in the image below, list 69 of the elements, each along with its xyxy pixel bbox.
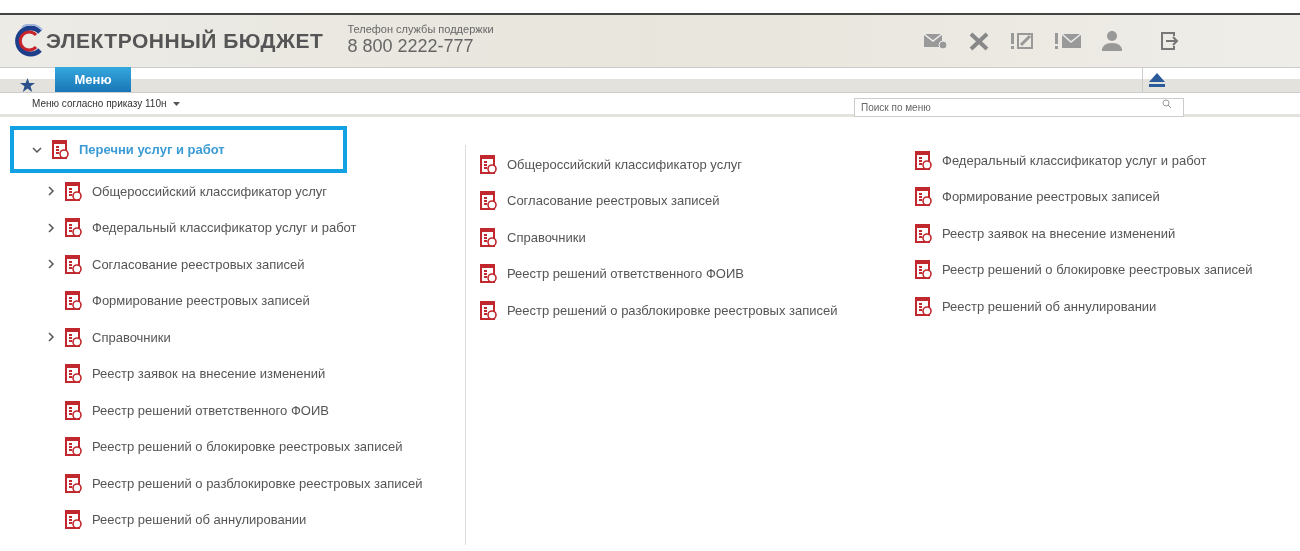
menu-link[interactable]: Реестр заявок на внесение изменений xyxy=(915,215,1253,252)
menu-link[interactable]: Реестр решений ответственного ФОИВ xyxy=(480,255,915,292)
document-icon xyxy=(915,223,932,243)
collapse-icon[interactable] xyxy=(1149,73,1165,87)
tree-item[interactable]: Реестр решений о разблокировке реестровых записей xyxy=(0,465,465,502)
tree-item[interactable]: Реестр решений об аннулировании xyxy=(0,501,465,538)
logout-icon[interactable] xyxy=(1160,31,1180,51)
tree-item[interactable]: Формирование реестровых записей xyxy=(0,282,465,319)
dropdown-caret-icon xyxy=(172,101,180,106)
chevron-right-icon[interactable] xyxy=(47,222,55,233)
document-icon xyxy=(915,187,932,207)
logo-icon xyxy=(14,24,44,58)
document-icon xyxy=(65,218,82,238)
tree-item[interactable]: Реестр заявок на внесение изменений xyxy=(0,355,465,392)
menu-link[interactable]: Федеральный классификатор услуг и работ xyxy=(915,142,1253,179)
tree-item-label: Согласование реестровых записей xyxy=(92,255,305,274)
menu-link[interactable]: Согласование реестровых записей xyxy=(480,182,915,219)
menu-link[interactable]: Справочники xyxy=(480,219,915,256)
chevron-right-icon[interactable] xyxy=(47,186,55,197)
document-icon xyxy=(480,191,497,211)
support-label: Телефон службы поддержки xyxy=(347,22,494,36)
document-icon xyxy=(915,150,932,170)
tree-item-label: Общероссийский классификатор услуг xyxy=(92,182,327,201)
document-icon xyxy=(480,154,497,174)
menu-link[interactable]: Формирование реестровых записей xyxy=(915,178,1253,215)
tree-item[interactable]: Справочники xyxy=(0,319,465,356)
chevron-right-icon[interactable] xyxy=(47,332,55,343)
document-icon xyxy=(65,400,82,420)
menu-link[interactable]: Общероссийский классификатор услуг xyxy=(480,146,915,183)
tree-item[interactable]: Общероссийский классификатор услуг xyxy=(0,173,465,210)
document-icon xyxy=(65,181,82,201)
document-icon xyxy=(65,364,82,384)
search-icon[interactable] xyxy=(1162,99,1172,109)
document-icon xyxy=(65,327,82,347)
tree-item[interactable]: Реестр решений ответственного ФОИВ xyxy=(0,392,465,429)
tree-item[interactable]: Федеральный классификатор услуг и работ xyxy=(0,209,465,246)
tree-item[interactable]: Реестр решений о блокировке реестровых записей xyxy=(0,428,465,465)
search-field[interactable]: Поиск по меню xyxy=(854,98,1184,117)
document-icon xyxy=(480,227,497,247)
chevron-right-icon[interactable] xyxy=(47,259,55,270)
menu-link[interactable]: Реестр решений об аннулировании xyxy=(915,288,1253,325)
document-icon xyxy=(915,260,932,280)
menu-selector[interactable]: Меню согласно приказу 110н xyxy=(32,96,180,111)
document-icon xyxy=(480,300,497,320)
tree-item-label: Реестр решений о блокировке реестровых записей xyxy=(92,438,403,456)
document-icon xyxy=(65,291,82,311)
document-icon xyxy=(65,254,82,274)
document-icon xyxy=(65,510,82,530)
document-icon xyxy=(65,437,82,457)
tree-item-label: Справочники xyxy=(92,328,171,347)
support-phone: 8 800 2222-777 xyxy=(347,36,475,56)
document-icon xyxy=(52,140,69,159)
chevron-down-icon[interactable] xyxy=(32,145,42,154)
document-icon xyxy=(480,264,497,284)
star-icon xyxy=(20,77,35,92)
menu-link[interactable]: Реестр решений о блокировке реестровых записей xyxy=(915,251,1253,288)
menu-tab[interactable]: Меню xyxy=(55,67,131,92)
document-icon xyxy=(915,296,932,316)
tree-item-label: Формирование реестровых записей xyxy=(92,292,310,310)
tree-item[interactable]: Согласование реестровых записей xyxy=(0,246,465,283)
tree-root-label: Перечни услуг и работ xyxy=(79,140,225,159)
tree-item-label: Реестр решений об аннулировании xyxy=(92,511,307,529)
menu-link[interactable]: Реестр решений о разблокировке реестровых записей xyxy=(480,292,915,329)
tree-item-label: Реестр решений ответственного ФОИВ xyxy=(92,401,329,420)
logo-text: ЭЛЕКТРОННЫЙ БЮДЖЕТ xyxy=(46,28,324,55)
document-icon xyxy=(65,473,82,493)
tree-item-label: Федеральный классификатор услуг и работ xyxy=(92,219,357,237)
tree-item-label: Реестр решений о разблокировке реестровых записей xyxy=(92,474,423,493)
tree-item-label: Реестр заявок на внесение изменений xyxy=(92,365,326,383)
